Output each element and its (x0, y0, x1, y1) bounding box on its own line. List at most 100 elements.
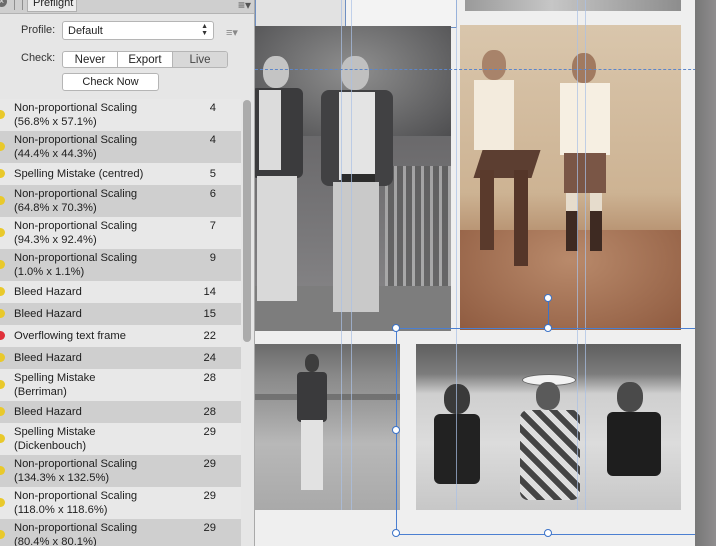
preflight-panel: × Preflight ≡▾ Profile: Default ▲▼ ≡▾ Ch… (0, 0, 255, 546)
issue-page-number: 15 (203, 308, 216, 320)
check-live-option[interactable]: Live (173, 52, 227, 67)
issue-description: Bleed Hazard (14, 352, 82, 364)
list-item[interactable]: Spelling Mistake (Dickenbouch) 29 (0, 423, 241, 455)
warning-icon (0, 466, 5, 475)
profile-options-icon[interactable]: ≡▾ (226, 26, 238, 39)
issue-page-number: 9 (209, 252, 216, 264)
issue-description: Bleed Hazard (14, 406, 82, 418)
issue-page-number: 29 (203, 458, 216, 470)
warning-icon (0, 407, 5, 416)
issue-description: Bleed Hazard (14, 286, 82, 298)
list-item[interactable]: Non-proportional Scaling (64.8% x 70.3%) 6 (0, 185, 241, 217)
stepper-arrows-icon: ▲ ▼ (201, 23, 208, 37)
list-item[interactable]: Bleed Hazard 14 (0, 281, 241, 303)
list-item[interactable]: Non-proportional Scaling (44.4% x 44.3%) 4 (0, 131, 241, 163)
warning-icon (0, 380, 5, 389)
warning-icon (0, 353, 5, 362)
issue-description: Spelling Mistake (Berriman) (14, 372, 96, 398)
issue-description: Bleed Hazard (14, 308, 82, 320)
check-export-option[interactable]: Export (118, 52, 173, 67)
issue-description: Non-proportional Scaling (44.4% x 44.3%) (14, 134, 138, 160)
issue-description: Non-proportional Scaling (80.4% x 80.1%) (14, 522, 138, 546)
canvas-pasteboard (695, 0, 716, 546)
issue-list: Non-proportional Scaling (56.8% x 57.1%) 4… (0, 99, 241, 546)
resize-handle-middle-left[interactable] (392, 426, 400, 434)
list-item[interactable]: Non-proportional Scaling (1.0% x 1.1%) 9 (0, 249, 241, 281)
warning-icon (0, 196, 5, 205)
issue-page-number: 22 (203, 330, 216, 342)
issue-page-number: 28 (203, 372, 216, 384)
issue-description: Non-proportional Scaling (118.0% x 118.6%… (14, 490, 138, 516)
resize-handle-top-center[interactable] (544, 324, 552, 332)
issue-description: Non-proportional Scaling (56.8% x 57.1%) (14, 102, 138, 128)
resize-handle-bottom-center[interactable] (544, 529, 552, 537)
warning-icon (0, 287, 5, 296)
rotation-handle[interactable] (544, 294, 552, 302)
profile-select[interactable]: Default ▲ ▼ (62, 21, 214, 40)
list-item[interactable]: Non-proportional Scaling (56.8% x 57.1%) 4 (0, 99, 241, 131)
top-right-photo[interactable] (465, 0, 681, 11)
warning-icon (0, 530, 5, 539)
grip-icon[interactable] (14, 0, 23, 10)
issue-description: Spelling Mistake (Dickenbouch) (14, 426, 96, 452)
panel-tab-bar: × Preflight ≡▾ (0, 0, 254, 14)
warning-icon (0, 169, 5, 178)
issue-page-number: 29 (203, 522, 216, 534)
document-canvas[interactable] (255, 0, 716, 546)
warning-icon (0, 142, 5, 151)
issue-description: Non-proportional Scaling (1.0% x 1.1%) (14, 252, 138, 278)
issue-list-scrollbar[interactable] (243, 100, 251, 342)
check-label: Check: (21, 52, 56, 64)
issue-description: Non-proportional Scaling (64.8% x 70.3%) (14, 188, 138, 214)
issue-page-number: 24 (203, 352, 216, 364)
issue-page-number: 4 (209, 102, 216, 114)
tab-preflight[interactable]: Preflight (27, 0, 77, 12)
warning-icon (0, 309, 5, 318)
photo-sepia-men-rocks[interactable] (460, 25, 681, 330)
list-item[interactable]: Non-proportional Scaling (80.4% x 80.1%) 2… (0, 519, 241, 546)
issue-page-number: 29 (203, 426, 216, 438)
profile-value: Default (68, 25, 103, 37)
panel-menu-icon[interactable]: ≡▾ (238, 0, 251, 12)
issue-description: Non-proportional Scaling (134.3% x 132.5%… (14, 458, 138, 484)
check-never-option[interactable]: Never (63, 52, 118, 67)
photo-two-men-garden[interactable] (255, 26, 451, 331)
issue-description: Non-proportional Scaling (94.3% x 92.4%) (14, 220, 138, 246)
warning-icon (0, 228, 5, 237)
profile-label: Profile: (21, 24, 56, 36)
column-guide (341, 0, 342, 510)
close-icon[interactable]: × (0, 0, 7, 7)
list-item[interactable]: Bleed Hazard 15 (0, 303, 241, 325)
warning-icon (0, 498, 5, 507)
list-item[interactable]: Non-proportional Scaling (94.3% x 92.4%) 7 (0, 217, 241, 249)
issue-page-number: 6 (209, 188, 216, 200)
list-item[interactable]: Bleed Hazard 28 (0, 401, 241, 423)
list-item[interactable]: Bleed Hazard 24 (0, 347, 241, 369)
resize-handle-bottom-left[interactable] (392, 529, 400, 537)
horizontal-guide (255, 69, 716, 70)
list-item[interactable]: Non-proportional Scaling (118.0% x 118.6%… (0, 487, 241, 519)
warning-icon (0, 434, 5, 443)
issue-page-number: 7 (209, 220, 216, 232)
issue-description: Overflowing text frame (14, 330, 126, 342)
error-icon (0, 331, 5, 340)
column-guide (351, 0, 352, 510)
warning-icon (0, 110, 5, 119)
resize-handle-top-left[interactable] (392, 324, 400, 332)
warning-icon (0, 260, 5, 269)
issue-page-number: 5 (209, 168, 216, 180)
issue-page-number: 29 (203, 490, 216, 502)
selection-bounding-box[interactable] (396, 328, 703, 535)
issue-description: Spelling Mistake (centred) (14, 168, 144, 180)
top-middle-frame[interactable] (345, 0, 457, 28)
check-now-button[interactable]: Check Now (62, 73, 159, 91)
issue-page-number: 28 (203, 406, 216, 418)
issue-page-number: 14 (203, 286, 216, 298)
list-item[interactable]: Non-proportional Scaling (134.3% x 132.5%… (0, 455, 241, 487)
list-item[interactable]: Overflowing text frame 22 (0, 325, 241, 347)
list-item[interactable]: Spelling Mistake (centred) 5 (0, 163, 241, 185)
photo-man-beach[interactable] (255, 344, 400, 510)
issue-page-number: 4 (209, 134, 216, 146)
check-mode-segmented-control: Never Export Live (62, 51, 228, 68)
list-item[interactable]: Spelling Mistake (Berriman) 28 (0, 369, 241, 401)
